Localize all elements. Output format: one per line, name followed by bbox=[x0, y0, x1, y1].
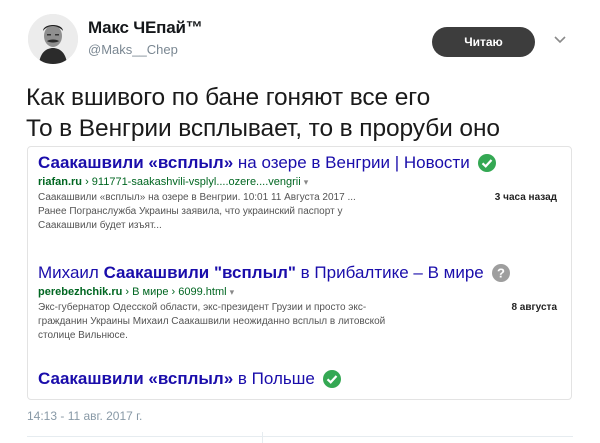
result-snippet: Саакашвили «всплыл» на озере в Венгрии. … bbox=[38, 192, 557, 231]
result-snippet: Экс-губернатор Одесской области, экс-пре… bbox=[38, 302, 557, 341]
check-circle-icon bbox=[322, 370, 341, 388]
search-results-image[interactable]: Саакашвили «всплыл» на озере в Венгрии |… bbox=[27, 146, 572, 400]
avatar[interactable] bbox=[28, 14, 78, 64]
result-title[interactable]: Саакашвили «всплыл» в Польше bbox=[38, 369, 563, 389]
result-url[interactable]: perebezhchik.ru › В мире › 6099.html ▾ bbox=[38, 286, 563, 298]
check-circle-icon bbox=[477, 154, 496, 172]
tweet: Макс ЧЕпай™ @Maks__Chep Читаю Как вшивог… bbox=[0, 0, 600, 443]
result-url[interactable]: riafan.ru › 911771-saakashvili-vsplyl...… bbox=[38, 176, 563, 188]
tweet-timestamp[interactable]: 14:13 - 11 авг. 2017 г. bbox=[27, 409, 142, 423]
question-circle-icon: ? bbox=[491, 264, 510, 282]
result-title[interactable]: Михаил Саакашвили "всплыл" в Прибалтике … bbox=[38, 263, 563, 283]
search-result: Саакашвили «всплыл» на озере в Венгрии |… bbox=[38, 153, 563, 233]
follow-button[interactable]: Читаю bbox=[432, 27, 535, 57]
search-result: Саакашвили «всплыл» в Польше bbox=[38, 369, 563, 389]
divider bbox=[27, 436, 573, 437]
search-result: Михаил Саакашвили "всплыл" в Прибалтике … bbox=[38, 263, 563, 343]
author-handle[interactable]: @Maks__Chep bbox=[88, 42, 178, 57]
divider bbox=[262, 432, 263, 443]
avatar-portrait-icon bbox=[28, 14, 78, 64]
result-title[interactable]: Саакашвили «всплыл» на озере в Венгрии |… bbox=[38, 153, 563, 173]
result-date: 3 часа назад bbox=[494, 192, 557, 203]
author-name[interactable]: Макс ЧЕпай™ bbox=[88, 18, 203, 38]
chevron-down-icon[interactable] bbox=[550, 30, 570, 50]
tweet-text: Как вшивого по бане гоняют все его То в … bbox=[26, 82, 586, 144]
result-date: 8 августа bbox=[511, 302, 557, 313]
svg-text:?: ? bbox=[497, 266, 505, 281]
tweet-text-line: То в Венгрии всплывает, то в проруби оно bbox=[26, 115, 500, 142]
tweet-text-line: Как вшивого по бане гоняют все его bbox=[26, 84, 431, 111]
